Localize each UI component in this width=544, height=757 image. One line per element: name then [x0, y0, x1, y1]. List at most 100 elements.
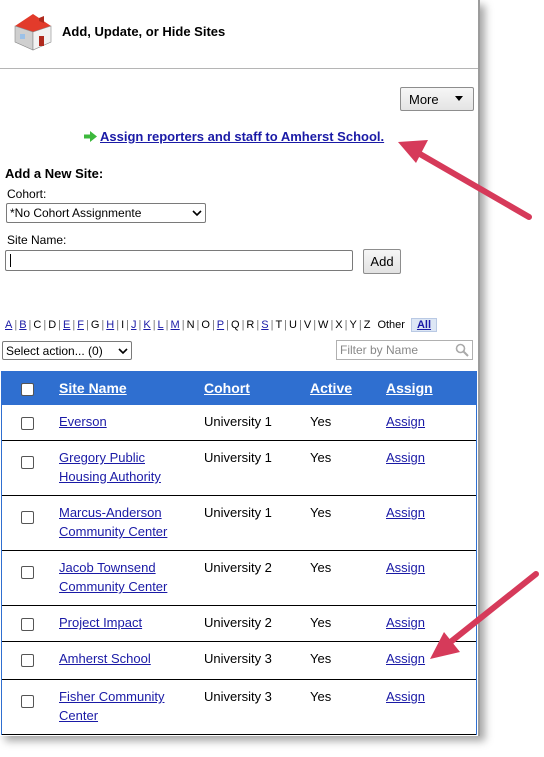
alphabet-letter-a[interactable]: A: [4, 319, 13, 331]
text-cursor: [10, 254, 11, 267]
sites-panel: Add, Update, or Hide Sites More Assign r…: [0, 0, 480, 736]
alphabet-letter-l[interactable]: L: [157, 319, 165, 331]
page-title: Add, Update, or Hide Sites: [62, 24, 226, 39]
assign-link[interactable]: Assign: [386, 448, 425, 467]
more-label: More: [409, 91, 439, 107]
site-name-label: Site Name:: [7, 233, 67, 247]
alphabet-letter-h[interactable]: H: [105, 319, 115, 331]
column-site-name[interactable]: Site Name: [59, 380, 127, 396]
alphabet-letter-n: N: [186, 319, 195, 331]
action-select[interactable]: Select action... (0): [2, 341, 132, 360]
caret-down-icon: [454, 95, 463, 101]
alphabet-letter-u: U: [289, 319, 297, 331]
alphabet-letter-f[interactable]: F: [76, 319, 85, 331]
assign-link[interactable]: Assign: [386, 649, 425, 668]
active-cell: Yes: [310, 505, 332, 520]
cohort-label: Cohort:: [7, 187, 47, 201]
panel-header: Add, Update, or Hide Sites: [0, 0, 478, 69]
assign-link[interactable]: Assign: [386, 613, 425, 632]
cohort-cell: University 1: [204, 414, 272, 429]
table-row: Project Impact University 2 Yes Assign: [2, 606, 476, 642]
chevron-down-icon: [192, 210, 202, 217]
alphabet-letter-x: X: [335, 319, 343, 331]
sites-table: Site Name Cohort Active Assign Everson Un…: [1, 371, 477, 735]
alphabet-letter-j[interactable]: J: [130, 319, 138, 331]
add-button[interactable]: Add: [363, 249, 401, 274]
column-cohort[interactable]: Cohort: [204, 380, 250, 396]
alphabet-letter-w: W: [318, 319, 329, 331]
cohort-cell: University 2: [204, 615, 272, 630]
row-checkbox[interactable]: [21, 618, 34, 631]
row-checkbox[interactable]: [21, 654, 34, 667]
search-icon: [455, 343, 469, 357]
alphabet-letter-o: O: [201, 319, 210, 331]
site-name-link[interactable]: Fisher Community Center: [59, 687, 179, 725]
active-cell: Yes: [310, 651, 332, 666]
alphabet-letter-y: Y: [349, 319, 357, 331]
active-cell: Yes: [310, 689, 332, 704]
table-header: Site Name Cohort Active Assign: [2, 371, 476, 405]
alphabet-letter-c: C: [33, 319, 42, 331]
table-row: Amherst School University 3 Yes Assign: [2, 642, 476, 680]
alphabet-letter-k[interactable]: K: [142, 319, 151, 331]
row-checkbox[interactable]: [21, 511, 34, 524]
active-cell: Yes: [310, 450, 332, 465]
chevron-down-icon: [118, 347, 128, 354]
column-assign[interactable]: Assign: [386, 380, 433, 396]
cohort-cell: University 3: [204, 651, 272, 666]
cohort-select[interactable]: *No Cohort Assignmente: [6, 203, 206, 223]
table-row: Everson University 1 Yes Assign: [2, 405, 476, 441]
column-active[interactable]: Active: [310, 380, 352, 396]
table-row: Gregory Public Housing Authority Universi…: [2, 441, 476, 496]
alphabet-letter-e[interactable]: E: [62, 319, 71, 331]
cohort-cell: University 1: [204, 450, 272, 465]
row-checkbox[interactable]: [21, 566, 34, 579]
alphabet-letter-b[interactable]: B: [18, 319, 27, 331]
assign-link[interactable]: Assign: [386, 503, 425, 522]
active-cell: Yes: [310, 560, 332, 575]
assign-link[interactable]: Assign: [386, 687, 425, 706]
alphabet-letter-v: V: [303, 319, 312, 331]
site-name-link[interactable]: Everson: [59, 412, 179, 431]
cohort-cell: University 1: [204, 505, 272, 520]
row-checkbox[interactable]: [21, 456, 34, 469]
alphabet-letter-z: Z: [363, 319, 371, 331]
action-select-value: Select action... (0): [6, 343, 103, 358]
alphabet-all[interactable]: All: [410, 318, 438, 332]
alphabet-letter-p[interactable]: P: [216, 319, 225, 331]
alphabet-letter-g: G: [90, 319, 100, 331]
house-icon: [14, 14, 52, 51]
more-button[interactable]: More: [400, 87, 474, 111]
alphabet-filter: A | B | C | D | E | F | G | H | I | J | K | L | M | N | O | P | Q | R | S | T |…: [4, 318, 438, 332]
site-name-input[interactable]: [5, 250, 353, 271]
row-checkbox[interactable]: [21, 695, 34, 708]
assign-link[interactable]: Assign: [386, 558, 425, 577]
filter-by-name-input[interactable]: Filter by Name: [336, 340, 473, 360]
table-row: Jacob Townsend Community Center Universit…: [2, 551, 476, 606]
site-name-link[interactable]: Jacob Townsend Community Center: [59, 558, 179, 596]
alphabet-letter-d: D: [48, 319, 57, 331]
green-arrow-icon: [84, 131, 97, 142]
select-all-checkbox[interactable]: [21, 383, 34, 396]
cohort-select-value: *No Cohort Assignmente: [10, 206, 142, 220]
active-cell: Yes: [310, 615, 332, 630]
site-name-link[interactable]: Amherst School: [59, 649, 179, 668]
alphabet-letter-q: Q: [231, 319, 240, 331]
active-cell: Yes: [310, 414, 332, 429]
alphabet-letter-r: R: [246, 319, 255, 331]
table-body: Everson University 1 Yes Assign Gregory Publ…: [2, 405, 476, 735]
add-site-heading: Add a New Site:: [5, 166, 104, 181]
site-name-link[interactable]: Project Impact: [59, 613, 179, 632]
table-row: Fisher Community Center University 3 Yes As…: [2, 680, 476, 735]
row-checkbox[interactable]: [21, 417, 34, 430]
alphabet-letter-s[interactable]: S: [260, 319, 269, 331]
assign-reporters-link[interactable]: Assign reporters and staff to Amherst Sc…: [100, 129, 384, 144]
site-name-link[interactable]: Marcus-Anderson Community Center: [59, 503, 179, 541]
site-name-link[interactable]: Gregory Public Housing Authority: [59, 448, 179, 486]
alphabet-letter-m[interactable]: M: [170, 319, 181, 331]
cohort-cell: University 2: [204, 560, 272, 575]
alphabet-letter-t: T: [275, 319, 283, 331]
assign-link[interactable]: Assign: [386, 412, 425, 431]
cohort-cell: University 3: [204, 689, 272, 704]
filter-placeholder: Filter by Name: [340, 343, 419, 357]
